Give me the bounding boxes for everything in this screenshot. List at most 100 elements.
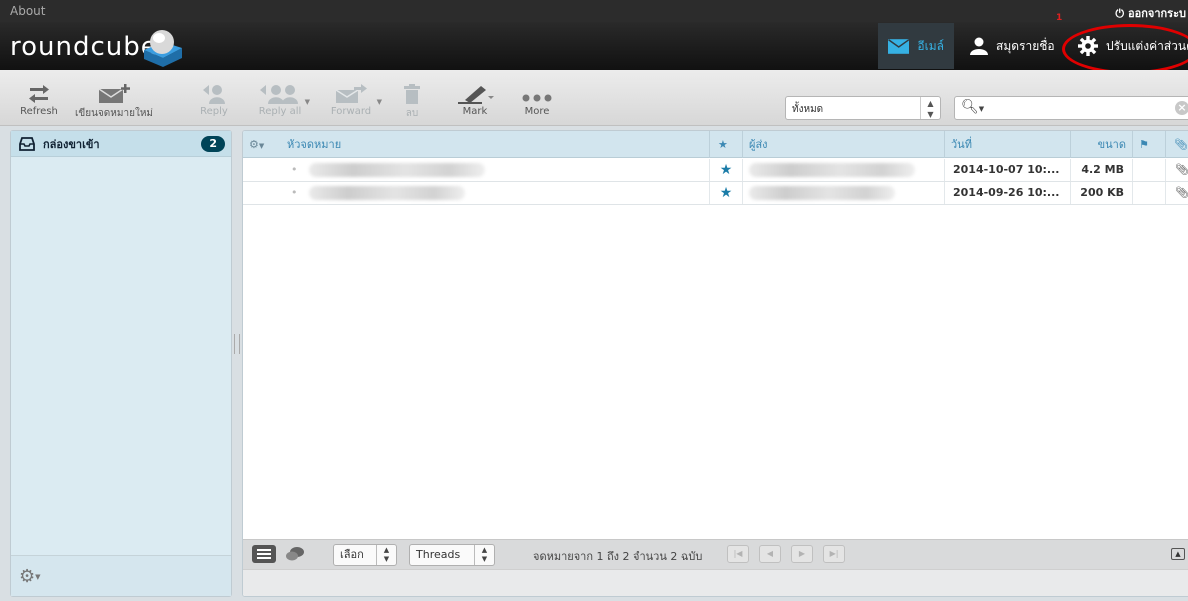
list-options-gear-icon[interactable]: ⚙▼ <box>243 131 281 158</box>
table-row[interactable]: • ★ 2014-10-07 10:... 4.2 MB 📎︎ <box>243 159 1188 182</box>
select-dropdown[interactable]: เลือก ▲ ▼ <box>333 544 397 566</box>
nav-mail-label: อีเมล์ <box>917 38 944 53</box>
toggle-preview-icon[interactable]: ▲ <box>1171 548 1185 560</box>
column-attachment-icon[interactable]: 📎︎ <box>1165 131 1188 158</box>
reply-button[interactable]: Reply <box>196 84 232 117</box>
message-date: 2014-10-07 10:... <box>944 159 1070 181</box>
select-arrows-icon: ▲ ▼ <box>376 545 396 565</box>
star-icon[interactable]: ★ <box>709 182 742 204</box>
refresh-icon <box>29 85 49 103</box>
threads-arrows-icon: ▲ ▼ <box>474 545 494 565</box>
search-box: 🔍︎▼ × <box>954 96 1188 120</box>
table-row[interactable]: • ★ 2014-09-26 10:... 200 KB 📎︎ <box>243 182 1188 205</box>
threads-label: Threads <box>416 548 461 561</box>
unread-dot-icon: • <box>291 163 298 176</box>
nav-contacts-label: สมุดรายชื่อ <box>996 38 1055 53</box>
top-bar: About ⏻ ออกจากระบ <box>0 0 1188 22</box>
column-from[interactable]: ผู้ส่ง <box>742 131 944 158</box>
subject-redacted <box>309 159 485 181</box>
more-button[interactable]: More <box>520 84 554 117</box>
select-label: เลือก <box>340 548 364 561</box>
unread-badge: 2 <box>201 136 225 152</box>
flag-cell[interactable] <box>1132 159 1165 181</box>
column-date[interactable]: วันที่ <box>944 131 1070 158</box>
inbox-icon <box>19 136 35 151</box>
column-subject[interactable]: หัวจดหมาย <box>281 131 709 158</box>
attachment-icon: 📎︎ <box>1165 159 1188 181</box>
nav-mail[interactable]: อีเมล์ <box>878 23 954 69</box>
forward-label: Forward <box>330 106 372 117</box>
compose-button[interactable]: เขียนจดหมายใหม่ <box>74 84 154 121</box>
logo[interactable]: roundcube <box>10 32 158 62</box>
more-label: More <box>524 106 550 117</box>
unread-dot-icon: • <box>291 186 298 199</box>
folder-pane: กล่องขาเข้า 2 ⚙▼ <box>10 130 232 597</box>
forward-icon <box>335 84 367 103</box>
column-flag-icon[interactable]: ⚑ <box>1132 131 1165 158</box>
reply-all-icon <box>260 85 298 104</box>
clear-search-icon[interactable]: × <box>1175 101 1188 115</box>
about-link[interactable]: About <box>10 4 45 18</box>
power-icon: ⏻ <box>1115 7 1125 20</box>
flag-cell[interactable] <box>1132 182 1165 204</box>
refresh-button[interactable]: Refresh <box>18 84 60 117</box>
reply-label: Reply <box>200 106 228 117</box>
filter-select[interactable]: ทั้งหมด ▲ ▼ <box>785 96 941 120</box>
prev-page-icon[interactable]: ◀ <box>759 545 781 563</box>
select-arrows-icon: ▲ ▼ <box>920 97 940 119</box>
message-size: 4.2 MB <box>1070 159 1132 181</box>
first-page-icon[interactable]: |◀ <box>727 545 749 563</box>
pane-splitter[interactable] <box>234 334 240 354</box>
forward-caret-icon[interactable]: ▼ <box>377 98 382 106</box>
reply-all-caret-icon[interactable]: ▼ <box>305 98 310 106</box>
envelope-icon <box>888 38 910 54</box>
threads-view-icon[interactable] <box>285 546 305 565</box>
attachment-icon: 📎︎ <box>1165 182 1188 204</box>
header: roundcube อีเมล์ สมุดรายชื่อ ปรับแต่งค่า… <box>0 22 1188 70</box>
logout-link[interactable]: ⏻ ออกจากระบ <box>1115 4 1186 22</box>
logo-cube-icon <box>144 30 182 67</box>
user-icon <box>970 37 988 55</box>
message-count: จดหมายจาก 1 ถึง 2 จำนวน 2 ฉบับ <box>533 550 703 563</box>
sender-redacted <box>742 182 944 204</box>
folder-item-inbox[interactable]: กล่องขาเข้า 2 <box>11 131 231 157</box>
folder-label: กล่องขาเข้า <box>43 137 100 151</box>
filter-value: ทั้งหมด <box>792 104 824 115</box>
sender-redacted <box>742 159 944 181</box>
delete-button[interactable]: ลบ <box>400 84 424 121</box>
annotation-circle <box>1062 24 1188 74</box>
compose-label: เขียนจดหมายใหม่ <box>74 108 154 119</box>
reply-all-label: Reply all <box>258 106 302 117</box>
last-page-icon[interactable]: ▶| <box>823 545 845 563</box>
reply-icon <box>203 85 225 104</box>
message-date: 2014-09-26 10:... <box>944 182 1070 204</box>
message-size: 200 KB <box>1070 182 1132 204</box>
mark-label: Mark <box>462 106 488 117</box>
next-page-icon[interactable]: ▶ <box>791 545 813 563</box>
forward-button[interactable]: Forward ▼ <box>326 84 382 117</box>
folder-options-gear-icon[interactable]: ⚙▼ <box>19 566 41 587</box>
more-dots-icon <box>522 94 552 102</box>
trash-icon <box>404 84 420 104</box>
nav-contacts[interactable]: สมุดรายชื่อ <box>960 23 1065 69</box>
delete-label: ลบ <box>405 108 419 119</box>
search-icon[interactable]: 🔍︎▼ <box>961 99 984 115</box>
list-header: ⚙▼ หัวจดหมาย ★ ผู้ส่ง วันที่ ขนาด ⚑ 📎︎ <box>243 131 1188 158</box>
search-input[interactable] <box>987 100 1167 116</box>
mark-button[interactable]: Mark <box>454 84 496 117</box>
column-flag-star-icon[interactable]: ★ <box>709 131 742 158</box>
message-list: ⚙▼ หัวจดหมาย ★ ผู้ส่ง วันที่ ขนาด ⚑ 📎︎ •… <box>242 130 1188 597</box>
folder-footer: ⚙▼ <box>11 555 231 596</box>
mark-pen-icon <box>458 86 494 104</box>
annotation-number: 1 <box>1056 13 1063 23</box>
subject-redacted <box>309 182 465 204</box>
list-view-icon[interactable] <box>252 545 276 563</box>
reply-all-button[interactable]: Reply all ▼ <box>250 84 310 117</box>
list-footer-bar <box>243 569 1188 596</box>
column-size[interactable]: ขนาด <box>1070 131 1132 158</box>
list-footer: เลือก ▲ ▼ Threads ▲ ▼ จดหมายจาก 1 ถึง 2 จำ… <box>243 539 1188 569</box>
toolbar: Refresh เขียนจดหมายใหม่ Reply Reply all … <box>0 70 1188 126</box>
logout-label: ออกจากระบ <box>1128 7 1186 20</box>
threads-dropdown[interactable]: Threads ▲ ▼ <box>409 544 495 566</box>
star-icon[interactable]: ★ <box>709 159 742 181</box>
